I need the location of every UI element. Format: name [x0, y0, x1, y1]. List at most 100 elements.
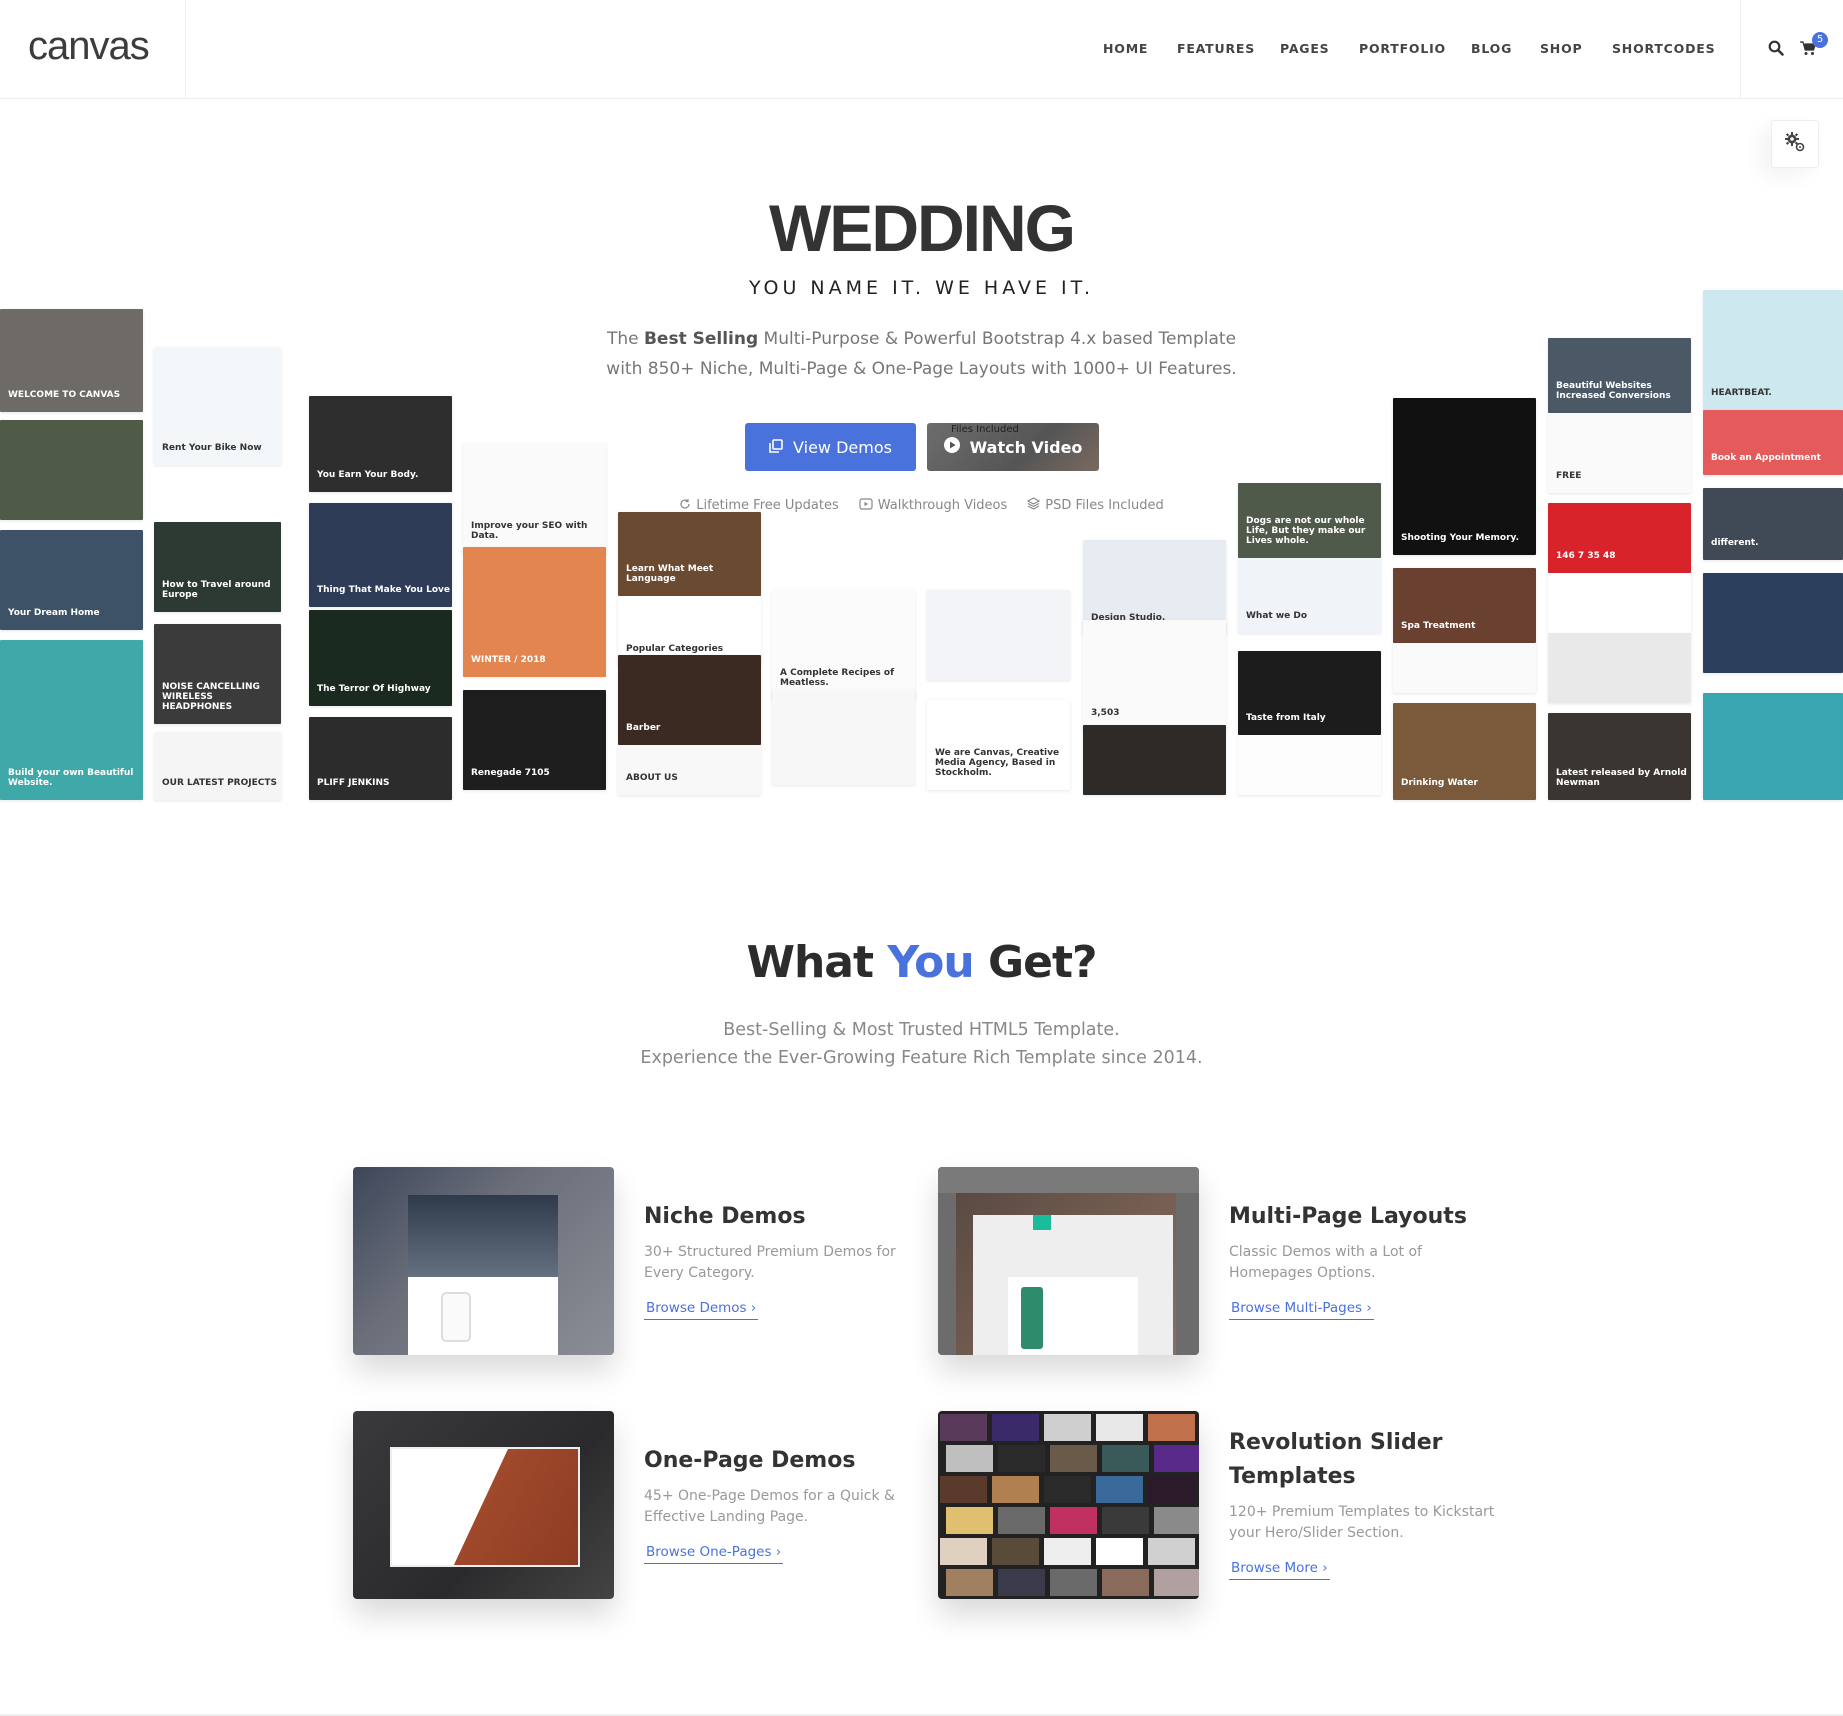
demo-thumbnail[interactable]: 3,503	[1083, 620, 1226, 730]
demo-thumbnail-caption: Improve your SEO with Data.	[471, 521, 588, 541]
hero-desc-line1: Multi-Purpose & Powerful Bootstrap 4.x b…	[758, 329, 1237, 349]
one-page-thumbnail[interactable]	[353, 1411, 614, 1599]
demo-thumbnail[interactable]: Your Dream Home	[0, 530, 143, 630]
demo-thumbnail[interactable]: How to Travel around Europe	[154, 522, 281, 612]
browse-demos-link[interactable]: Browse Demos ›	[644, 1300, 759, 1320]
demo-thumbnail[interactable]	[1548, 573, 1691, 633]
demo-thumbnail[interactable]: We are Canvas, Creative Media Agency, Ba…	[927, 700, 1070, 790]
logo[interactable]: canvas	[28, 24, 150, 69]
nav-blog[interactable]: BLOG	[1471, 41, 1512, 56]
demo-thumbnail[interactable]: The Terror Of Highway	[309, 610, 452, 706]
demo-thumbnail-caption: NOISE CANCELLING WIRELESS HEADPHONES	[162, 682, 260, 712]
slider-template-thumb	[1050, 1569, 1097, 1596]
demo-thumbnail[interactable]: Build your own Beautiful Website.	[0, 640, 143, 800]
card-desc: 45+ One-Page Demos for a Quick & Effecti…	[644, 1488, 895, 1525]
nav-shop[interactable]: SHOP	[1540, 41, 1582, 56]
cart-count-badge: 5	[1812, 32, 1828, 48]
demo-thumbnail[interactable]: ABOUT US	[618, 745, 761, 795]
browse-multi-pages-link[interactable]: Browse Multi-Pages ›	[1229, 1300, 1374, 1320]
nav-shortcodes[interactable]: SHORTCODES	[1612, 41, 1715, 56]
demo-thumbnail-caption: Latest released by Arnold Newman	[1556, 768, 1687, 788]
slider-template-thumb	[1102, 1569, 1149, 1596]
slider-template-thumb	[1148, 1538, 1195, 1565]
demo-thumbnail[interactable]: Latest released by Arnold Newman	[1548, 713, 1691, 800]
demo-thumbnail[interactable]: WINTER / 2018	[463, 547, 606, 677]
multi-page-thumbnail[interactable]	[938, 1167, 1199, 1355]
demo-thumbnail-caption: WINTER / 2018	[471, 655, 546, 665]
niche-demos-thumbnail[interactable]	[353, 1167, 614, 1355]
feature-item: Lifetime Free Updates	[679, 497, 839, 514]
demo-thumbnail[interactable]: PLIFF JENKINS	[309, 717, 452, 800]
demo-thumbnail[interactable]: You Earn Your Body.	[309, 396, 452, 492]
demo-thumbnail[interactable]: Taste from Italy	[1238, 651, 1381, 735]
watch-video-button[interactable]: Files Included Watch Video	[927, 423, 1099, 471]
demo-thumbnail[interactable]	[772, 690, 915, 785]
demo-thumbnail[interactable]: Thing That Make You Love	[309, 503, 452, 607]
demo-thumbnail[interactable]	[1703, 693, 1843, 800]
browse-more-link[interactable]: Browse More ›	[1229, 1560, 1330, 1580]
thumb-layer	[408, 1195, 558, 1285]
slider-template-thumb	[1096, 1476, 1143, 1503]
demo-thumbnail-caption: FREE	[1556, 471, 1582, 481]
section-subtitle: Best-Selling & Most Trusted HTML5 Templa…	[0, 1016, 1843, 1072]
section-title: What You Get?	[0, 937, 1843, 988]
demo-thumbnail[interactable]	[1703, 573, 1843, 673]
nav-home[interactable]: HOME	[1103, 41, 1148, 56]
slider-template-thumb	[1096, 1538, 1143, 1565]
card-title: Niche Demos	[644, 1204, 806, 1229]
slider-template-thumb	[940, 1538, 987, 1565]
watch-video-label: Watch Video	[969, 437, 1083, 457]
settings-button[interactable]	[1771, 120, 1819, 168]
demo-thumbnail-caption: Drinking Water	[1401, 778, 1478, 788]
feature-label: PSD Files Included	[1045, 498, 1164, 513]
slider-template-thumb	[1050, 1507, 1097, 1534]
demo-thumbnail-caption: Shooting Your Memory.	[1401, 533, 1519, 543]
demo-thumbnail[interactable]	[1238, 735, 1381, 795]
demo-thumbnail[interactable]: NOISE CANCELLING WIRELESS HEADPHONES	[154, 624, 281, 724]
slider-template-thumb	[1050, 1445, 1097, 1472]
demo-thumbnail[interactable]: Barber	[618, 655, 761, 745]
demo-thumbnail-caption: We are Canvas, Creative Media Agency, Ba…	[935, 748, 1060, 778]
demo-thumbnail-caption: Thing That Make You Love	[317, 585, 450, 595]
demo-thumbnail[interactable]: Drinking Water	[1393, 703, 1536, 800]
nav-pages[interactable]: PAGES	[1280, 41, 1330, 56]
demo-thumbnail[interactable]: Shooting Your Memory.	[1393, 398, 1536, 555]
demo-thumbnail[interactable]: Book an Appointment	[1703, 410, 1843, 475]
demo-thumbnail-caption: Learn What Meet Language	[626, 564, 714, 584]
demo-thumbnail[interactable]	[927, 590, 1070, 680]
demo-thumbnail[interactable]: Spa Treatment	[1393, 568, 1536, 643]
demo-thumbnail[interactable]: Dogs are not our whole Life, But they ma…	[1238, 483, 1381, 558]
demo-thumbnail[interactable]	[1393, 643, 1536, 693]
browse-one-pages-link[interactable]: Browse One-Pages ›	[644, 1544, 784, 1564]
demo-thumbnail[interactable]: OUR LATEST PROJECTS	[154, 732, 281, 800]
feature-card: Revolution Slider Templates 120+ Premium…	[1229, 1426, 1519, 1580]
demo-thumbnail-caption: Book an Appointment	[1711, 453, 1821, 463]
feature-card: Niche Demos 30+ Structured Premium Demos…	[644, 1200, 924, 1320]
search-icon[interactable]	[1768, 40, 1786, 58]
hero-feature-list: Lifetime Free Updates Walkthrough Videos…	[0, 497, 1843, 514]
thumb-accent	[1033, 1215, 1051, 1230]
nav-features[interactable]: FEATURES	[1177, 41, 1255, 56]
demo-thumbnail[interactable]: A Complete Recipes of Meatless.	[772, 590, 915, 700]
video-icon	[859, 497, 873, 514]
hero-desc-line2: with 850+ Niche, Multi-Page & One-Page L…	[606, 359, 1237, 379]
demo-mosaic: WELCOME TO CANVAS Your Dream Home Build yo…	[0, 0, 1843, 820]
demo-thumbnail[interactable]: What we Do	[1238, 558, 1381, 633]
revolution-slider-thumbnail[interactable]	[938, 1411, 1199, 1599]
nav-portfolio[interactable]: PORTFOLIO	[1359, 41, 1446, 56]
demo-thumbnail[interactable]: Learn What Meet Language	[618, 512, 761, 596]
demo-thumbnail[interactable]: Renegade 7105	[463, 690, 606, 790]
view-demos-button[interactable]: View Demos	[745, 423, 916, 471]
header-divider	[185, 0, 186, 99]
demo-thumbnail-caption: WELCOME TO CANVAS	[8, 390, 121, 400]
feature-item: Walkthrough Videos	[859, 497, 1007, 514]
slider-template-thumb	[1096, 1414, 1143, 1441]
demo-thumbnail[interactable]	[1548, 633, 1691, 703]
slider-template-thumb	[1154, 1445, 1199, 1472]
card-desc: Classic Demos with a Lot of Homepages Op…	[1229, 1244, 1422, 1281]
slider-template-thumb	[946, 1507, 993, 1534]
demo-thumbnail[interactable]: FREE	[1548, 413, 1691, 493]
thumb-phone	[441, 1292, 471, 1342]
slider-template-thumb	[992, 1538, 1039, 1565]
demo-thumbnail[interactable]	[1083, 725, 1226, 795]
